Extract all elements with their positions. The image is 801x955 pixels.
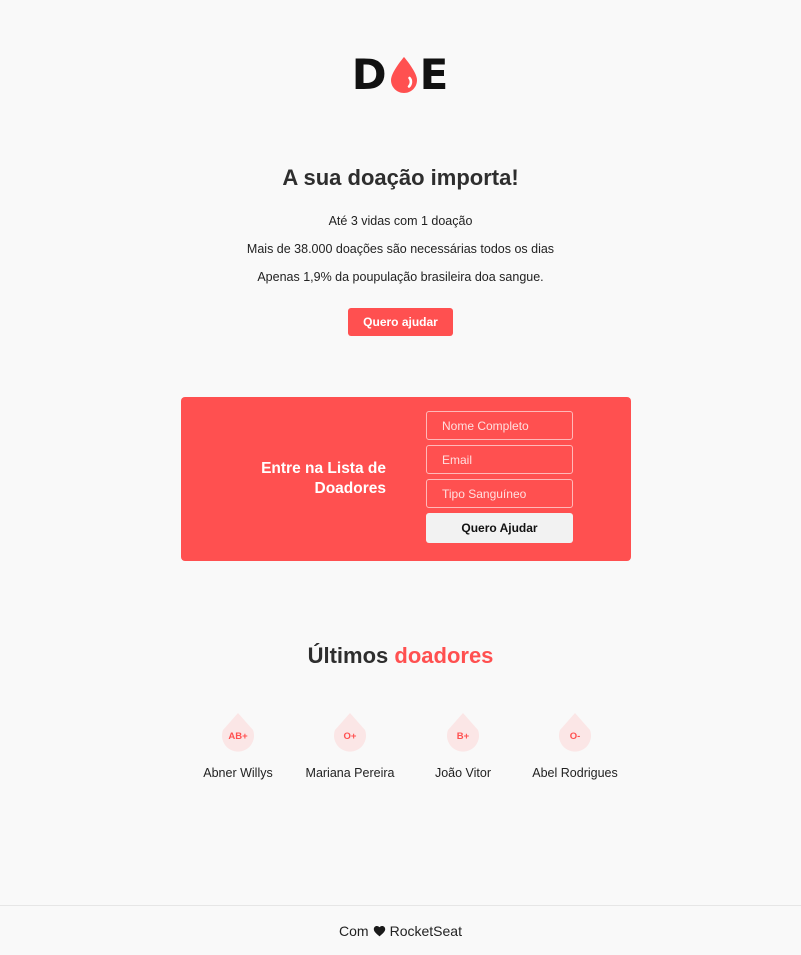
heart-icon xyxy=(373,925,385,936)
footer-brand-link[interactable]: RocketSeat xyxy=(390,923,462,939)
logo-wordmark: D E xyxy=(351,50,450,99)
logo-letter-d: D xyxy=(351,50,388,99)
blood-drop-badge: O+ xyxy=(331,712,369,758)
email-input[interactable] xyxy=(426,445,573,474)
full-name-input[interactable] xyxy=(426,411,573,440)
page: D E A sua doação importa! Até 3 vidas co… xyxy=(0,0,801,955)
blood-type-input[interactable] xyxy=(426,479,573,508)
donors-title-prefix: Últimos xyxy=(307,643,389,668)
hero-section: A sua doação importa! Até 3 vidas com 1 … xyxy=(0,163,801,336)
blood-type-label: O- xyxy=(569,731,581,742)
blood-drop-icon xyxy=(390,57,417,93)
blood-type-label: AB+ xyxy=(228,731,248,742)
fact-item: Mais de 38.000 doações são necessárias t… xyxy=(246,242,555,256)
blood-drop-badge: AB+ xyxy=(219,712,257,758)
hero-title: A sua doação importa! xyxy=(282,165,519,190)
blood-drop-badge: B+ xyxy=(444,712,482,758)
submit-button[interactable]: Quero Ajudar xyxy=(426,513,573,543)
blood-type-label: O+ xyxy=(343,731,357,742)
footer-prefix: Com xyxy=(339,922,369,939)
fact-item: Até 3 vidas com 1 doação xyxy=(328,214,473,228)
form-fields: Quero Ajudar xyxy=(426,411,573,543)
form-title: Entre na Lista de Doadores xyxy=(181,459,386,499)
donors-title: Últimos doadores xyxy=(0,641,801,671)
blood-type-label: B+ xyxy=(456,731,470,742)
form-title-line: Entre na Lista de xyxy=(261,460,386,477)
fact-item: Apenas 1,9% da poupulação brasileira doa… xyxy=(257,270,544,284)
form-title-line: Doadores xyxy=(314,480,387,497)
hero-facts: Até 3 vidas com 1 doação Mais de 38.000 … xyxy=(0,207,801,291)
blood-drop-badge: O- xyxy=(556,712,594,758)
donor-signup-form: Entre na Lista de Doadores Quero Ajudar xyxy=(181,397,631,561)
help-button[interactable]: Quero ajudar xyxy=(348,308,453,336)
logo: D E xyxy=(0,50,801,99)
footer: Com RocketSeat xyxy=(0,905,801,955)
donor-name: Abel Rodrigues xyxy=(532,766,618,780)
donors-title-accent: doadores xyxy=(394,643,494,668)
donor-card: O- Abel Rodrigues xyxy=(505,712,645,781)
logo-letter-e: E xyxy=(419,50,450,99)
